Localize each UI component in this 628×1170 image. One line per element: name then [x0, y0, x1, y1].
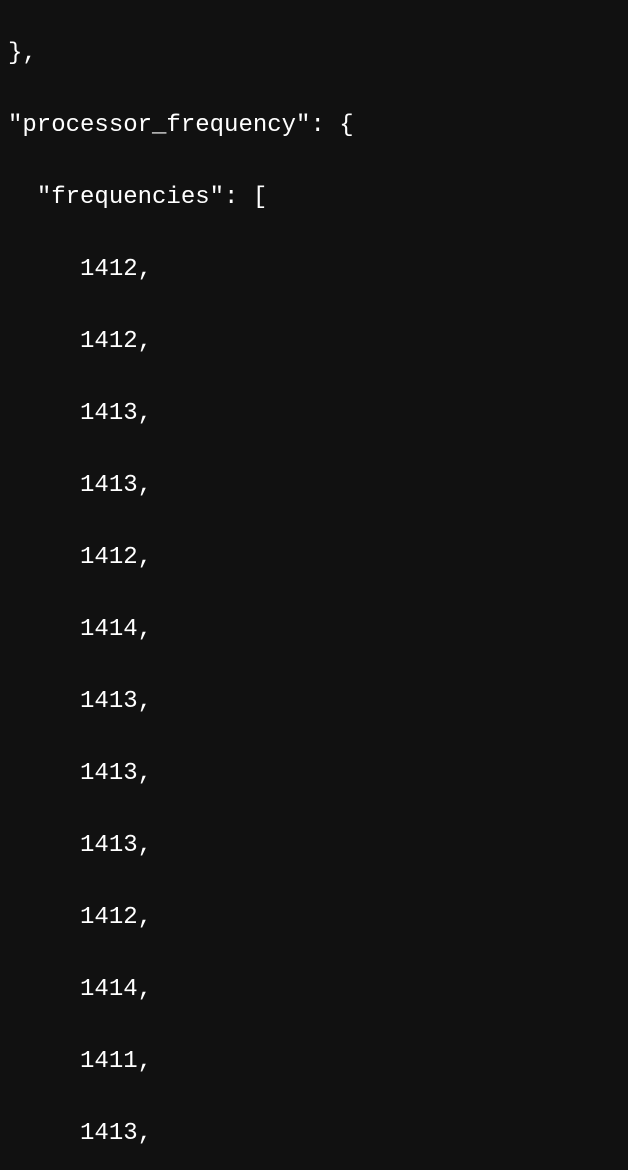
- json-number: 1413,: [80, 1120, 152, 1147]
- code-line: 1414,: [8, 972, 620, 1008]
- json-number: 1411,: [80, 1048, 152, 1075]
- code-line: 1411,: [8, 1044, 620, 1080]
- code-line: 1412,: [8, 540, 620, 576]
- json-number: 1413,: [80, 760, 152, 787]
- separator: : {: [310, 112, 353, 139]
- code-line: },: [8, 36, 620, 72]
- json-number: 1413,: [80, 688, 152, 715]
- code-line: 1412,: [8, 252, 620, 288]
- code-line: 1412,: [8, 324, 620, 360]
- code-line: 1412,: [8, 900, 620, 936]
- json-number: 1412,: [80, 256, 152, 283]
- code-line: 1414,: [8, 612, 620, 648]
- json-key-processor-frequency: "processor_frequency": [8, 112, 310, 139]
- json-number: 1412,: [80, 544, 152, 571]
- code-line: 1413,: [8, 1116, 620, 1152]
- json-number: 1412,: [80, 904, 152, 931]
- json-number: 1414,: [80, 616, 152, 643]
- code-line: 1413,: [8, 468, 620, 504]
- code-line: 1413,: [8, 756, 620, 792]
- json-key-frequencies: "frequencies": [37, 184, 224, 211]
- closing-brace: },: [8, 40, 37, 67]
- json-number: 1413,: [80, 472, 152, 499]
- json-number: 1413,: [80, 400, 152, 427]
- json-number: 1413,: [80, 832, 152, 859]
- separator: : [: [224, 184, 267, 211]
- code-line: 1413,: [8, 684, 620, 720]
- json-code-block[interactable]: }, "processor_frequency": { "frequencies…: [0, 0, 628, 1170]
- code-line: "processor_frequency": {: [8, 108, 620, 144]
- code-line: 1413,: [8, 828, 620, 864]
- code-line: 1413,: [8, 396, 620, 432]
- json-number: 1412,: [80, 328, 152, 355]
- json-number: 1414,: [80, 976, 152, 1003]
- code-line: "frequencies": [: [8, 180, 620, 216]
